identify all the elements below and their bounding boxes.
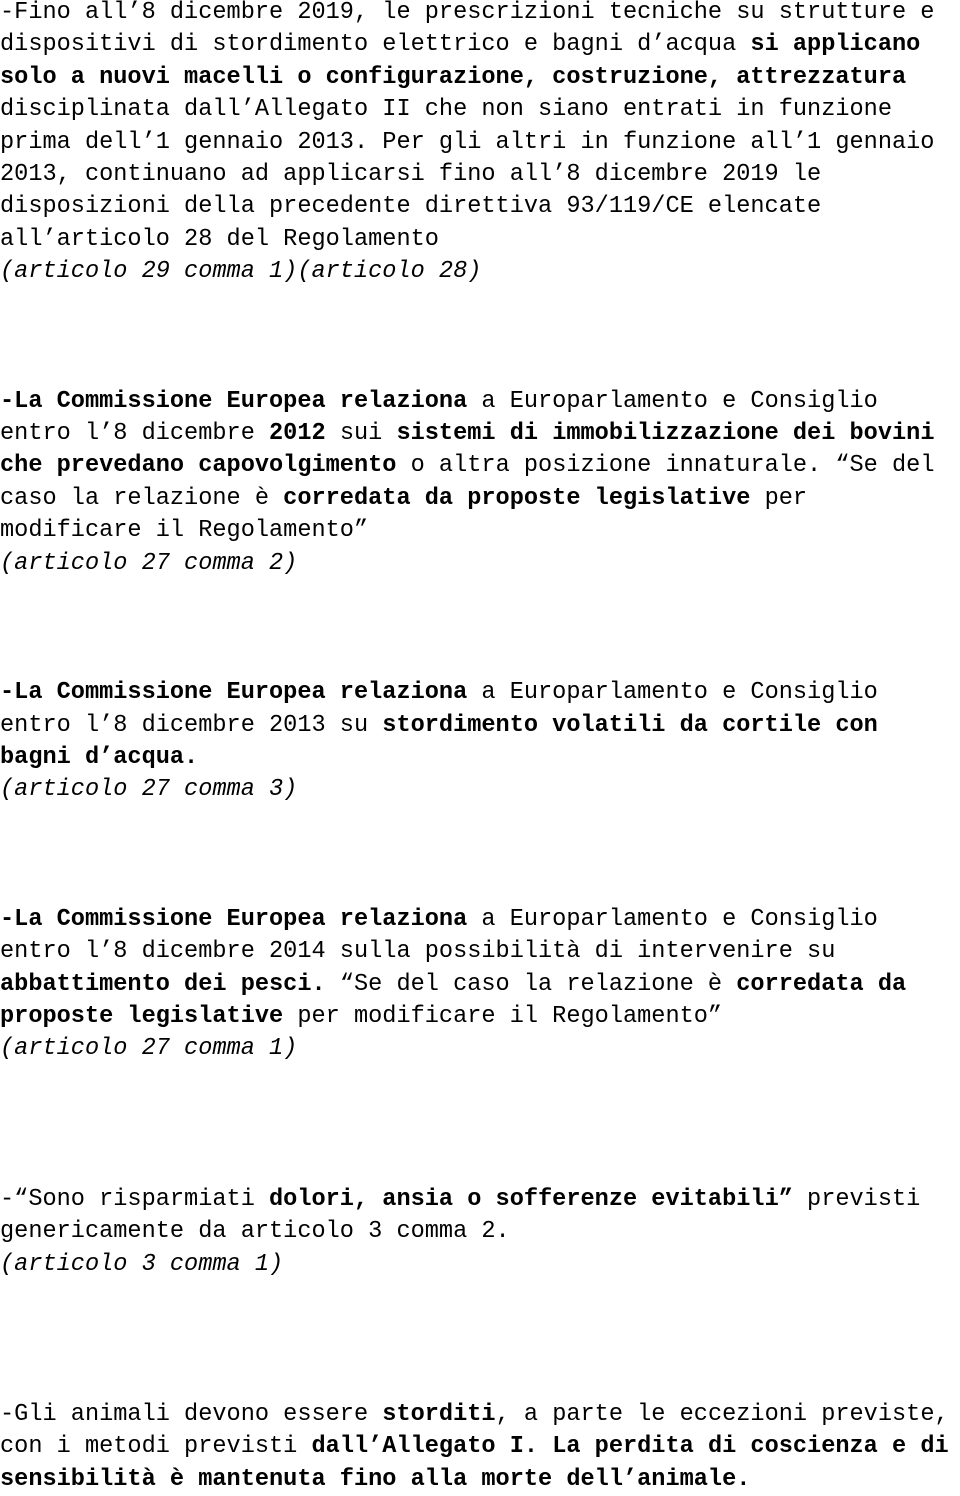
text-run: -“Sono risparmiati — [0, 1185, 270, 1213]
document-page: -Fino all’8 dicembre 2019, le prescrizio… — [0, 0, 960, 1493]
citation-article-3-comma-1: (articolo 3 comma 1) — [0, 1250, 284, 1278]
citation-article-27-comma-3: (articolo 27 comma 3) — [0, 776, 298, 804]
text-run: -La Commissione Europea relaziona — [0, 387, 468, 415]
text-run: disciplinata dall’Allegato II che non si… — [0, 63, 949, 253]
citation-article-27-comma-2: (articolo 27 comma 2) — [0, 549, 298, 577]
text-run: abbattimento dei pesci. — [0, 970, 326, 998]
text-run: storditi — [382, 1400, 496, 1428]
text-run: -La Commissione Europea relaziona — [0, 679, 468, 707]
text-run: sui — [325, 420, 397, 448]
text-run: “Se del caso la relazione è — [325, 970, 737, 998]
text-run: corredata da proposte legislative — [283, 484, 751, 512]
citation-article-29-comma-1: (articolo 29 comma 1)(articolo 28) — [0, 258, 482, 286]
paragraph-commission-report-2013: -La Commissione Europea relaziona a Euro… — [0, 677, 960, 774]
text-run: per modificare il Regolamento” — [283, 1002, 723, 1030]
citation-article-27-comma-1: (articolo 27 comma 1) — [0, 1035, 298, 1063]
paragraph-commission-report-2014: -La Commissione Europea relaziona a Euro… — [0, 904, 960, 1034]
paragraph-commission-report-2012: -La Commissione Europea relaziona a Euro… — [0, 386, 960, 548]
text-run: 2012 — [269, 420, 326, 448]
paragraph-transitional-provisions: -Fino all’8 dicembre 2019, le prescrizio… — [0, 0, 960, 256]
document-body: -Fino all’8 dicembre 2019, le prescrizio… — [0, 0, 960, 1496]
paragraph-avoidable-pain: -“Sono risparmiati dolori, ansia o soffe… — [0, 1184, 960, 1249]
paragraph-stunning-requirement: -Gli animali devono essere storditi, a p… — [0, 1399, 960, 1496]
text-run: -La Commissione Europea relaziona — [0, 905, 468, 933]
text-run: dolori, ansia o sofferenze evitabili” — [269, 1185, 793, 1213]
text-run: -Gli animali devono essere — [0, 1400, 383, 1428]
